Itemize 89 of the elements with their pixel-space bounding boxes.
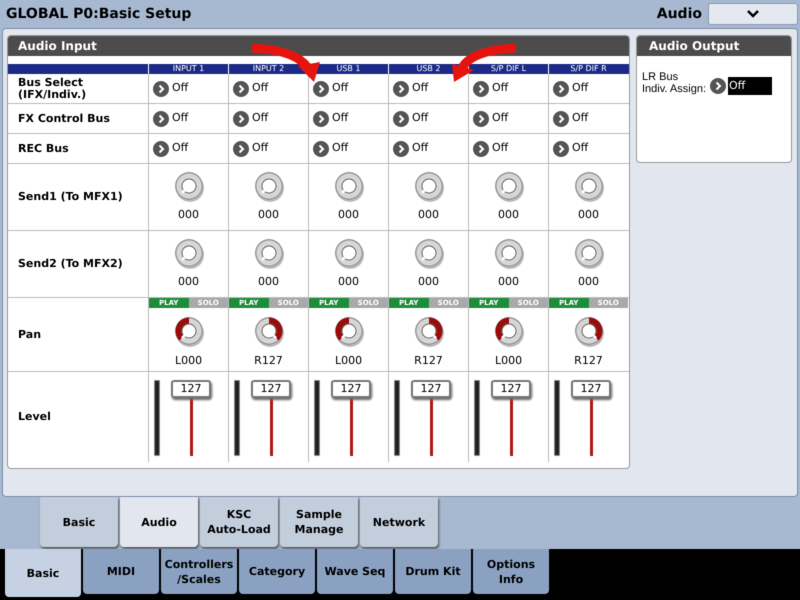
field-label: LR Bus Indiv. Assign:: [642, 71, 706, 95]
panel-title: Audio Input: [18, 38, 97, 55]
pan-value: L000: [174, 353, 202, 369]
knob-value: 000: [178, 207, 199, 223]
knob-value: 000: [578, 274, 599, 290]
chevron-down-icon: [747, 10, 759, 18]
chevron-right-icon: [313, 110, 329, 126]
select-control[interactable]: Off: [393, 80, 428, 97]
chevron-right-icon: [393, 140, 409, 156]
select-control[interactable]: Off: [153, 110, 188, 127]
panel-title: Audio Output: [649, 38, 740, 55]
chevron-right-icon: [393, 110, 409, 126]
curved-arrow: [252, 44, 320, 82]
chevron-right-icon: [233, 140, 249, 156]
row-label: Send1 (To MFX1): [18, 191, 123, 203]
pan-value: R127: [254, 353, 283, 369]
row-label: Pan: [18, 328, 42, 340]
window-title: GLOBAL P0:Basic Setup: [6, 4, 192, 24]
main-tab[interactable]: Basic: [5, 549, 81, 597]
select-control[interactable]: Off: [553, 140, 588, 157]
fader-thumb[interactable]: 127: [331, 380, 371, 398]
sub-tab[interactable]: KSC Auto-Load: [200, 497, 278, 547]
select-control[interactable]: Off: [393, 110, 428, 127]
select-control[interactable]: Off: [473, 140, 508, 157]
knob-value: 000: [258, 274, 279, 290]
fader-thumb[interactable]: 127: [251, 380, 291, 398]
row-label: REC Bus: [18, 142, 69, 154]
column-header: S/P DIF R: [548, 64, 628, 74]
row-label: FX Control Bus: [18, 112, 110, 124]
chevron-right-icon: [393, 80, 409, 96]
chevron-right-icon: [473, 80, 489, 96]
knob-value: 000: [258, 207, 279, 223]
knob-value: 000: [178, 274, 199, 290]
row-label: Bus Select (IFX/Indiv.): [18, 76, 86, 100]
chevron-right-icon: [553, 80, 569, 96]
chevron-right-icon: [153, 110, 169, 126]
main-tab[interactable]: Controllers /Scales: [161, 549, 237, 594]
chevron-right-icon: [473, 140, 489, 156]
knob-value: 000: [418, 207, 439, 223]
select-control[interactable]: Off: [153, 80, 188, 97]
chevron-right-icon: [710, 78, 726, 94]
page-label: Audio: [656, 4, 702, 24]
select-control[interactable]: Off: [313, 110, 348, 127]
row-label: Send2 (To MFX2): [18, 258, 123, 270]
chevron-right-icon: [553, 140, 569, 156]
sub-tab[interactable]: Sample Manage: [280, 497, 358, 547]
main-tab[interactable]: Category: [239, 549, 315, 594]
chevron-right-icon: [473, 110, 489, 126]
select-control[interactable]: Off: [233, 140, 268, 157]
column-header: INPUT 1: [148, 64, 228, 74]
select-control[interactable]: Off: [473, 80, 508, 97]
select-control[interactable]: Off: [393, 140, 428, 157]
select-control[interactable]: Off: [233, 80, 268, 97]
chevron-right-icon: [233, 110, 249, 126]
main-tab[interactable]: MIDI: [83, 549, 159, 594]
select-control[interactable]: Off: [553, 80, 588, 97]
main-tab[interactable]: Drum Kit: [395, 549, 471, 594]
pan-value: R127: [574, 353, 603, 369]
fader-thumb[interactable]: 127: [491, 380, 531, 398]
fader-thumb[interactable]: 127: [171, 380, 211, 398]
fader-thumb[interactable]: 127: [571, 380, 611, 398]
main-tab[interactable]: Wave Seq: [317, 549, 393, 594]
pan-value: R127: [414, 353, 443, 369]
knob-value: 000: [498, 207, 519, 223]
sub-tab[interactable]: Audio: [120, 497, 198, 547]
row-label: Level: [18, 411, 51, 423]
knob-value: 000: [578, 207, 599, 223]
chevron-right-icon: [153, 140, 169, 156]
select-control[interactable]: Off: [233, 110, 268, 127]
select-control[interactable]: Off: [553, 110, 588, 127]
knob-value: 000: [338, 274, 359, 290]
main-tab[interactable]: Options Info: [473, 549, 549, 594]
select-control[interactable]: Off: [473, 110, 508, 127]
chevron-right-icon: [313, 80, 329, 96]
fader-thumb[interactable]: 127: [411, 380, 451, 398]
pan-value: L000: [334, 353, 362, 369]
chevron-right-icon: [153, 80, 169, 96]
knob-value: 000: [338, 207, 359, 223]
chevron-right-icon: [233, 80, 249, 96]
sub-tab[interactable]: Basic: [40, 497, 118, 547]
pan-value: L000: [494, 353, 522, 369]
sub-tab[interactable]: Network: [360, 497, 438, 547]
chevron-right-icon: [313, 140, 329, 156]
select-control[interactable]: Off: [313, 140, 348, 157]
knob-value: 000: [418, 274, 439, 290]
select-control[interactable]: Off: [313, 80, 348, 97]
chevron-right-icon: [553, 110, 569, 126]
select-control[interactable]: Off: [153, 140, 188, 157]
knob-value: 000: [498, 274, 519, 290]
